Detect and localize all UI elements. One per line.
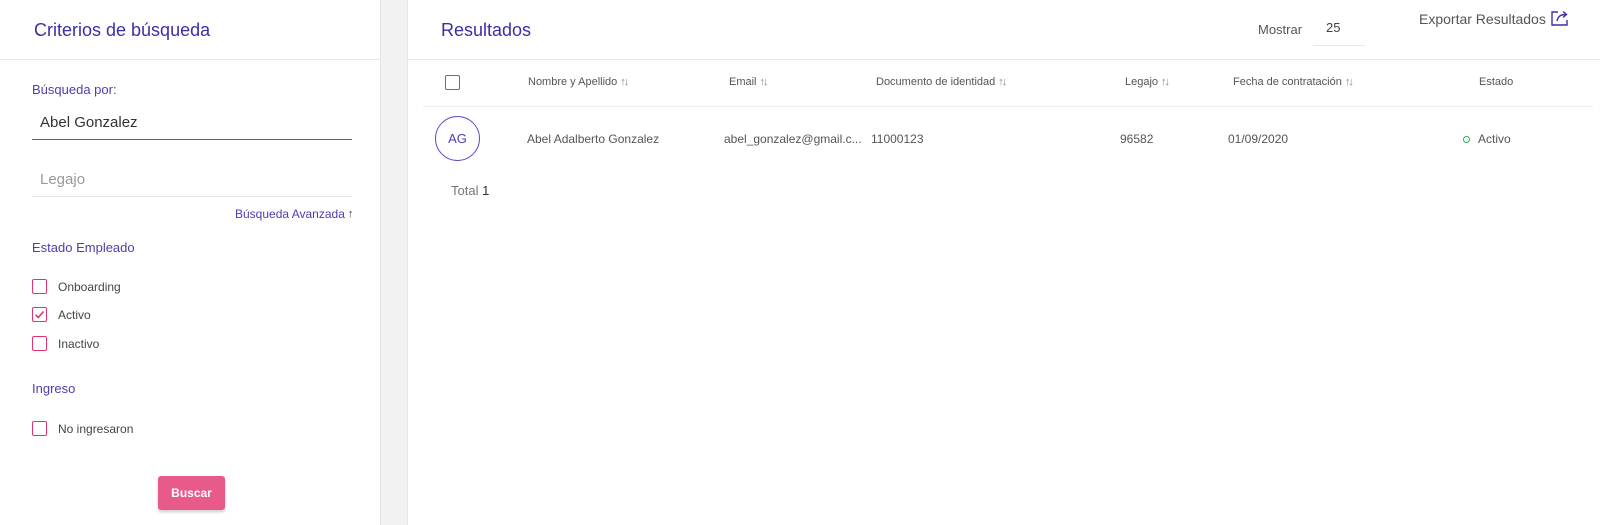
export-icon bbox=[1551, 10, 1568, 26]
search-input[interactable] bbox=[32, 106, 352, 140]
column-label: Documento de identidad bbox=[876, 76, 996, 88]
sort-arrows-icon: ↑↓ bbox=[620, 76, 629, 88]
ingreso-title: Ingreso bbox=[32, 381, 76, 396]
legajo-input[interactable] bbox=[32, 163, 352, 197]
column-header-document[interactable]: Documento de identidad ↑↓ bbox=[876, 76, 1007, 88]
column-label: Fecha de contratación bbox=[1233, 76, 1342, 88]
column-header-legajo[interactable]: Legajo ↑↓ bbox=[1125, 76, 1170, 88]
checkbox-activo[interactable]: Activo bbox=[32, 307, 91, 322]
cell-hire-date: 01/09/2020 bbox=[1228, 132, 1289, 146]
checkbox-label: Onboarding bbox=[58, 279, 121, 294]
checkbox-label: Activo bbox=[58, 307, 91, 322]
column-header-name[interactable]: Nombre y Apellido ↑↓ bbox=[528, 76, 629, 88]
show-label: Mostrar bbox=[1258, 22, 1303, 37]
total-label: Total bbox=[451, 183, 479, 198]
checkbox-box[interactable] bbox=[32, 279, 47, 294]
search-button[interactable]: Buscar bbox=[158, 476, 225, 510]
status-label: Activo bbox=[1478, 132, 1511, 146]
checkbox-box[interactable] bbox=[32, 307, 47, 322]
checkbox-onboarding[interactable]: Onboarding bbox=[32, 279, 121, 294]
cell-email: abel_gonzalez@gmail.c... bbox=[724, 132, 862, 146]
table-header: Nombre y Apellido ↑↓ Email ↑↓ Documento … bbox=[423, 60, 1593, 107]
cell-legajo: 96582 bbox=[1120, 132, 1154, 146]
column-header-hire-date[interactable]: Fecha de contratación ↑↓ bbox=[1233, 76, 1354, 88]
checkbox-label: Inactivo bbox=[58, 336, 100, 351]
checkbox-box[interactable] bbox=[32, 336, 47, 351]
column-label: Estado bbox=[1479, 76, 1514, 88]
table-row[interactable]: AG Abel Adalberto Gonzalez abel_gonzalez… bbox=[423, 114, 1593, 164]
cell-document: 11000123 bbox=[871, 132, 924, 146]
checkbox-box[interactable] bbox=[32, 421, 47, 436]
export-results-button[interactable]: Exportar Resultados bbox=[1419, 10, 1570, 27]
search-label: Búsqueda por: bbox=[32, 82, 117, 97]
cell-status: Activo bbox=[1463, 132, 1511, 146]
avatar: AG bbox=[435, 116, 480, 161]
search-criteria-panel: Criterios de búsqueda Búsqueda por: Búsq… bbox=[0, 0, 381, 525]
total-count: Total 1 bbox=[451, 183, 489, 198]
checkbox-label: No ingresaron bbox=[58, 421, 134, 436]
results-panel: Resultados Mostrar 25 Exportar Resultado… bbox=[407, 0, 1600, 525]
column-header-status: Estado bbox=[1479, 76, 1513, 88]
check-icon bbox=[34, 310, 45, 319]
advanced-search-link[interactable]: Búsqueda Avanzada ↑ bbox=[235, 207, 353, 221]
export-label: Exportar Resultados bbox=[1419, 10, 1546, 27]
status-dot-icon bbox=[1463, 136, 1470, 144]
search-criteria-title: Criterios de búsqueda bbox=[34, 20, 211, 40]
column-label: Nombre y Apellido bbox=[528, 76, 618, 88]
estado-empleado-title: Estado Empleado bbox=[32, 240, 135, 255]
column-label: Legajo bbox=[1125, 76, 1159, 88]
sort-arrows-icon: ↑↓ bbox=[1344, 76, 1354, 88]
checkbox-inactivo[interactable]: Inactivo bbox=[32, 336, 99, 351]
sort-arrows-icon: ↑↓ bbox=[759, 76, 769, 88]
cell-name: Abel Adalberto Gonzalez bbox=[527, 132, 660, 146]
column-label: Email bbox=[729, 76, 757, 88]
sort-arrows-icon: ↑↓ bbox=[1161, 76, 1170, 88]
advanced-search-label: Búsqueda Avanzada bbox=[235, 207, 345, 221]
divider bbox=[0, 59, 380, 60]
total-number: 1 bbox=[482, 183, 490, 198]
results-title: Resultados bbox=[441, 20, 532, 40]
sort-arrows-icon: ↑↓ bbox=[998, 76, 1007, 88]
select-all-checkbox[interactable] bbox=[445, 75, 460, 90]
page-size-select[interactable]: 25 bbox=[1313, 10, 1365, 46]
checkbox-no-ingresaron[interactable]: No ingresaron bbox=[32, 421, 133, 436]
column-header-email[interactable]: Email ↑↓ bbox=[729, 76, 769, 88]
arrow-up-icon: ↑ bbox=[347, 208, 354, 220]
